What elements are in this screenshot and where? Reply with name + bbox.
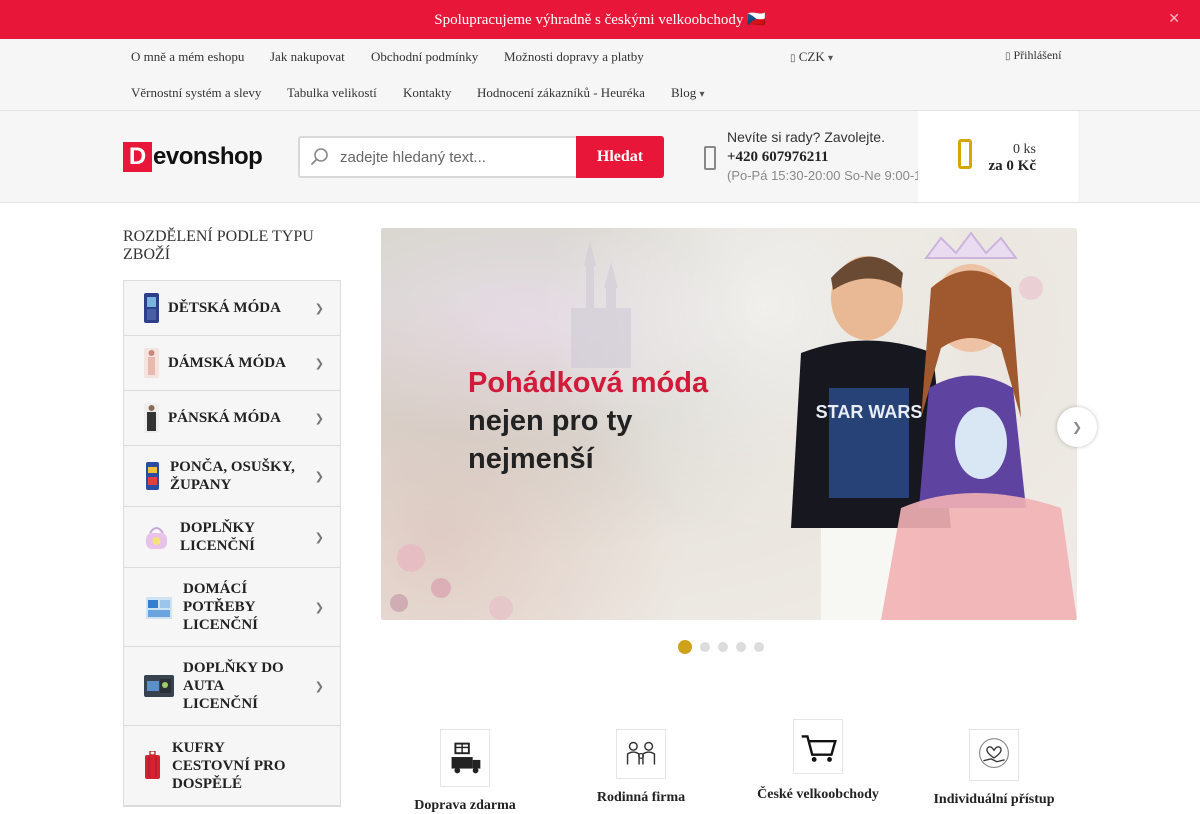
carousel-next-button[interactable]: ❯ <box>1057 407 1097 447</box>
carousel-dot-2[interactable] <box>700 642 710 652</box>
family-icon <box>616 729 666 779</box>
help-question: Nevíte si rady? Zavolejte. <box>727 129 885 145</box>
men-fashion-thumbnail <box>144 403 159 433</box>
search-box <box>298 136 576 178</box>
cart-icon <box>793 719 843 774</box>
nav-link-size-chart[interactable]: Tabulka velikostí <box>287 85 377 101</box>
category-label: DÁMSKÁ MÓDA <box>168 355 286 371</box>
category-label: KUFRY CESTOVNÍ PRO DOSPĚLÉ <box>172 739 286 792</box>
cart-widget[interactable]: 0 ks za 0 Kč <box>918 111 1078 202</box>
carousel-dot-3[interactable] <box>718 642 728 652</box>
nav-link-how-to-buy[interactable]: Jak nakupovat <box>270 49 345 65</box>
nav-link-reviews[interactable]: Hodnocení zákazníků - Heuréka <box>477 85 645 101</box>
cart-count: 0 ks <box>1013 142 1036 157</box>
category-label: DOPLŇKY DO AUTA LICENČNÍ <box>183 660 284 712</box>
chevron-right-icon: ❯ <box>314 679 324 693</box>
hero-banner[interactable]: STAR WARS Pohádková móda nejen pro ty ne… <box>381 228 1077 620</box>
feature-individual-approach: Individuální přístup <box>924 729 1064 808</box>
search-input[interactable] <box>340 146 570 168</box>
banner-line-3: nejmenší <box>468 443 594 475</box>
feature-label: Doprava zdarma <box>414 798 516 813</box>
chevron-right-icon: ❯ <box>314 356 324 370</box>
top-announcement-bar: Spolupracujeme výhradně s českými velkoo… <box>0 0 1200 39</box>
help-phone[interactable]: +420 607976211 <box>727 149 919 166</box>
chevron-right-icon: ❯ <box>314 469 324 483</box>
currency-label: CZK <box>798 49 825 64</box>
logo-letter: D <box>123 142 152 172</box>
nav-link-blog[interactable]: Blog ▾ <box>671 85 705 101</box>
women-fashion-thumbnail <box>144 348 159 378</box>
feature-label: Individuální přístup <box>933 792 1055 807</box>
chevron-down-icon: ▾ <box>828 53 834 64</box>
feature-family-business: Rodinná firma <box>571 729 711 806</box>
banner-line-1: Pohádková móda <box>468 367 709 399</box>
nav-link-contacts[interactable]: Kontakty <box>403 85 451 101</box>
user-icon: ▯ <box>1005 51 1011 62</box>
feature-label: Rodinná firma <box>596 790 686 805</box>
handshake-heart-icon <box>969 729 1019 781</box>
category-item-women[interactable]: DÁMSKÁ MÓDA ❯ <box>124 336 340 391</box>
chevron-right-icon: ❯ <box>314 411 324 425</box>
suitcase-thumbnail <box>145 750 160 779</box>
category-label: DOMÁCÍ POTŘEBY LICENČNÍ <box>183 581 259 633</box>
feature-label: České velkoobchody <box>757 787 879 802</box>
shopping-bag-icon <box>958 139 972 169</box>
category-label: DĚTSKÁ MÓDA <box>168 300 281 316</box>
nav-link-loyalty[interactable]: Věrnostní systém a slevy <box>131 85 261 101</box>
shirt-text: STAR WARS <box>816 402 923 422</box>
category-item-ponchos[interactable]: PONČA, OSUŠKY, ŽUPANY ❯ <box>124 446 340 507</box>
category-item-accessories[interactable]: DOPLŇKY LICENČNÍ ❯ <box>124 507 340 568</box>
category-item-car[interactable]: DOPLŇKY DO AUTA LICENČNÍ ❯ <box>124 647 340 726</box>
info-nav-row-2: Věrnostní systém a slevy Tabulka velikos… <box>0 75 1200 111</box>
help-hours: (Po-Pá 15:30-20:00 So-Ne 9:00-12:00) <box>727 168 919 183</box>
search-icon <box>311 148 328 165</box>
carousel-dots <box>678 640 764 654</box>
help-contact: Nevíte si rady? Zavolejte. +420 60797621… <box>727 129 919 183</box>
carousel-dot-5[interactable] <box>754 642 764 652</box>
feature-free-shipping: Doprava zdarma <box>395 729 535 814</box>
category-item-suitcases[interactable]: KUFRY CESTOVNÍ PRO DOSPĚLÉ <box>124 726 340 806</box>
banner-line-2: nejen pro ty <box>468 405 633 437</box>
category-label: PÁNSKÁ MÓDA <box>168 410 281 426</box>
home-goods-thumbnail <box>146 597 172 619</box>
banner-headline: Pohádková móda nejen pro ty nejmenší <box>468 364 708 478</box>
category-item-kids[interactable]: DĚTSKÁ MÓDA ❯ <box>124 281 340 336</box>
login-label: Přihlášení <box>1013 48 1062 62</box>
nav-link-about[interactable]: O mně a mém eshopu <box>131 49 244 65</box>
chevron-right-icon: ❯ <box>314 530 324 544</box>
search-button[interactable]: Hledat <box>576 136 664 178</box>
currency-selector[interactable]: ▯ CZK ▾ <box>790 49 833 65</box>
cart-total: za 0 Kč <box>988 158 1036 174</box>
chevron-right-icon: ❯ <box>314 600 324 614</box>
chevron-right-icon: ❯ <box>314 301 324 315</box>
category-list: DĚTSKÁ MÓDA ❯ DÁMSKÁ MÓDA ❯ PÁNSKÁ MÓDA … <box>123 280 341 807</box>
chevron-down-icon: ▾ <box>699 89 705 100</box>
carousel-dot-1[interactable] <box>678 640 692 654</box>
category-label: PONČA, OSUŠKY, ŽUPANY <box>170 459 295 493</box>
nav-link-shipping[interactable]: Možnosti dopravy a platby <box>504 49 644 65</box>
devonshop-logo[interactable]: D evonshop <box>123 142 263 172</box>
gift-truck-icon <box>440 729 490 787</box>
poncho-thumbnail <box>146 462 159 490</box>
category-item-men[interactable]: PÁNSKÁ MÓDA ❯ <box>124 391 340 446</box>
kids-fashion-thumbnail <box>144 293 159 323</box>
announcement-text: Spolupracujeme výhradně s českými velkoo… <box>434 12 766 28</box>
logo-text: evonshop <box>153 143 263 170</box>
info-nav-row-1: O mně a mém eshopu Jak nakupovat Obchodn… <box>0 39 1200 75</box>
phone-icon <box>704 146 716 170</box>
car-accessories-thumbnail <box>144 675 174 697</box>
carousel-dot-4[interactable] <box>736 642 746 652</box>
category-item-home[interactable]: DOMÁCÍ POTŘEBY LICENČNÍ ❯ <box>124 568 340 647</box>
handbag-thumbnail <box>146 527 167 549</box>
close-icon[interactable]: ✕ <box>1168 11 1180 27</box>
feature-czech-wholesalers: České velkoobchody <box>747 719 889 803</box>
nav-link-terms[interactable]: Obchodní podmínky <box>371 49 478 65</box>
currency-icon: ▯ <box>790 53 796 64</box>
chevron-right-icon: ❯ <box>1071 420 1083 434</box>
blog-label: Blog <box>671 85 697 100</box>
login-link[interactable]: ▯ Přihlášení <box>1005 48 1062 63</box>
category-heading: ROZDĚLENÍ PODLE TYPU ZBOŽÍ <box>123 228 314 263</box>
category-label: DOPLŇKY LICENČNÍ <box>180 520 256 554</box>
